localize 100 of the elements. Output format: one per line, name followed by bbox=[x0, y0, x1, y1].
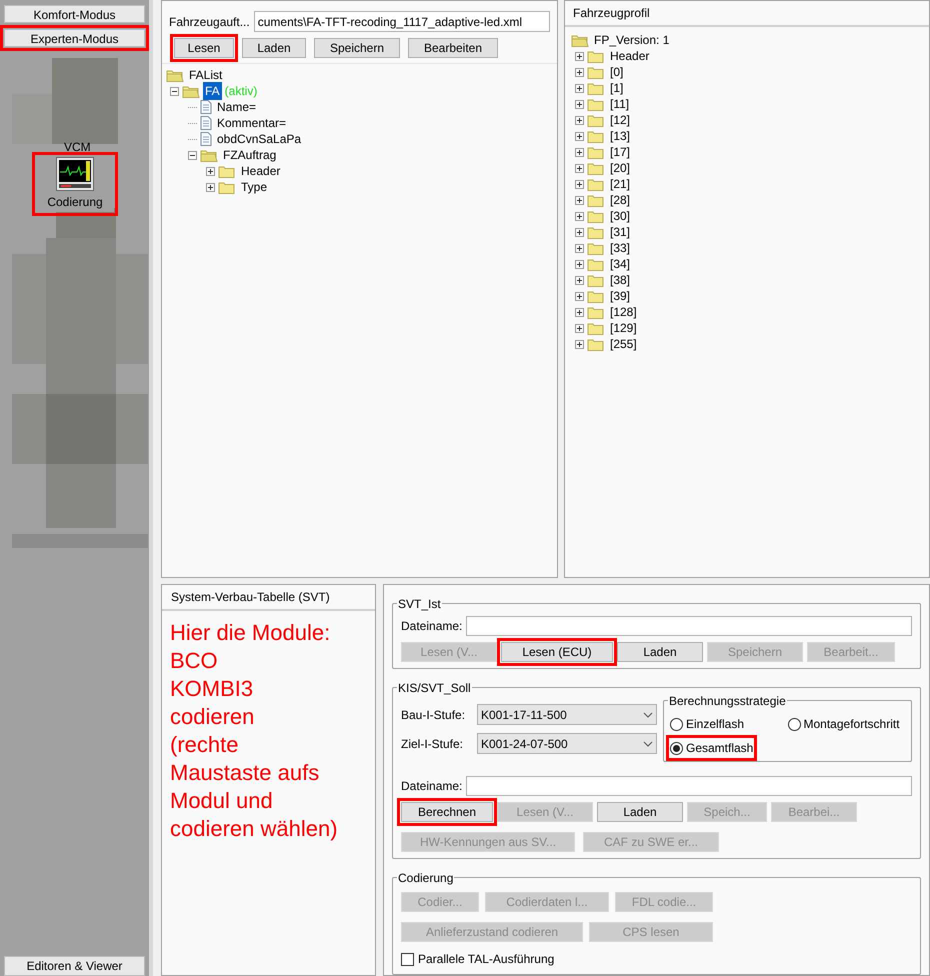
tree-item[interactable]: [0] bbox=[608, 63, 626, 81]
expand-icon[interactable] bbox=[575, 68, 584, 76]
tree-item[interactable]: [34] bbox=[608, 255, 632, 273]
field-label: Bau-I-Stufe: bbox=[401, 706, 466, 724]
button[interactable]: Laden bbox=[242, 38, 306, 58]
folder-icon bbox=[587, 274, 605, 286]
open-folder-icon bbox=[182, 84, 200, 98]
tree-item[interactable]: FAList bbox=[187, 66, 224, 84]
chevron-down-icon bbox=[643, 712, 653, 718]
button[interactable]: Lesen (ECU) bbox=[501, 642, 613, 662]
tree-item[interactable]: Header bbox=[608, 47, 652, 65]
expand-icon[interactable] bbox=[575, 308, 584, 316]
folder-icon bbox=[587, 306, 605, 318]
radio-button[interactable] bbox=[670, 718, 683, 730]
tree-item[interactable]: Name= bbox=[215, 98, 258, 116]
tree-item[interactable]: [1] bbox=[608, 79, 626, 97]
field-label: Fahrzeugauft... bbox=[169, 14, 250, 30]
folder-icon bbox=[587, 242, 605, 254]
tree-item[interactable]: [21] bbox=[608, 175, 632, 193]
document-icon bbox=[200, 132, 212, 146]
tree-item[interactable]: obdCvnSaLaPa bbox=[215, 130, 304, 148]
mode-button[interactable]: Experten-Modus bbox=[4, 29, 145, 47]
section-button[interactable]: Editoren & Viewer bbox=[4, 956, 145, 976]
field-label: Ziel-I-Stufe: bbox=[401, 736, 464, 752]
panel-title: System-Verbau-Tabelle (SVT) bbox=[162, 585, 375, 611]
expand-icon[interactable] bbox=[575, 260, 584, 268]
expand-icon[interactable] bbox=[575, 340, 584, 348]
expand-icon[interactable] bbox=[206, 182, 215, 192]
folder-icon bbox=[218, 164, 236, 178]
button[interactable]: Laden bbox=[617, 642, 703, 662]
expand-icon[interactable] bbox=[575, 276, 584, 284]
checkbox-label[interactable]: Parallele TAL-Ausführung bbox=[418, 950, 554, 968]
field-label: Dateiname: bbox=[401, 778, 462, 795]
radio-option[interactable]: Montagefortschritt bbox=[788, 715, 900, 733]
tree-item[interactable]: [28] bbox=[608, 191, 632, 209]
tree-item[interactable]: FA bbox=[203, 82, 222, 100]
expand-icon[interactable] bbox=[575, 196, 584, 204]
radio-option[interactable]: Gesamtflash bbox=[670, 739, 754, 757]
status-text: (aktiv) bbox=[224, 83, 258, 100]
tree-item[interactable]: [255] bbox=[608, 335, 639, 353]
expand-icon[interactable] bbox=[575, 244, 584, 252]
tree-item[interactable]: [129] bbox=[608, 319, 639, 337]
button[interactable]: Bearbeiten bbox=[408, 38, 498, 58]
filename-field[interactable] bbox=[466, 776, 912, 796]
expand-icon[interactable] bbox=[206, 166, 215, 176]
collapse-icon[interactable] bbox=[170, 86, 179, 96]
chevron-down-icon bbox=[643, 740, 653, 746]
expand-icon[interactable] bbox=[575, 164, 584, 172]
expand-icon[interactable] bbox=[575, 180, 584, 188]
tree-item[interactable]: [128] bbox=[608, 303, 639, 321]
monitor-icon bbox=[56, 157, 94, 191]
expand-icon[interactable] bbox=[575, 324, 584, 332]
button[interactable]: Lesen bbox=[174, 38, 234, 58]
button[interactable]: Speichern bbox=[314, 38, 400, 58]
folder-icon bbox=[587, 50, 605, 62]
tree-item[interactable]: Header bbox=[239, 162, 282, 180]
folder-icon bbox=[587, 338, 605, 350]
expand-icon[interactable] bbox=[575, 116, 584, 124]
expand-icon[interactable] bbox=[575, 132, 584, 140]
radio-option[interactable]: Einzelflash bbox=[670, 715, 744, 733]
radio-button[interactable] bbox=[788, 718, 800, 730]
expand-icon[interactable] bbox=[575, 52, 584, 60]
tree-item[interactable]: [33] bbox=[608, 239, 632, 257]
tree-item[interactable]: [17] bbox=[608, 143, 632, 161]
collapse-icon[interactable] bbox=[188, 150, 197, 160]
expand-icon[interactable] bbox=[575, 84, 584, 92]
checkbox[interactable] bbox=[401, 952, 414, 966]
tree-item[interactable]: [31] bbox=[608, 223, 632, 241]
filename-field[interactable] bbox=[466, 616, 912, 636]
dropdown[interactable]: K001-24-07-500 bbox=[477, 733, 657, 754]
document-icon bbox=[200, 100, 212, 114]
folder-icon bbox=[587, 98, 605, 110]
tree-item[interactable]: [20] bbox=[608, 159, 632, 177]
file-path-field[interactable]: cuments\FA-TFT-recoding_1117_adaptive-led.xml bbox=[254, 11, 550, 32]
module-label: VCM bbox=[64, 139, 91, 156]
expand-icon[interactable] bbox=[575, 212, 584, 220]
tree-item[interactable]: Type bbox=[239, 178, 270, 196]
folder-icon bbox=[587, 178, 605, 190]
tree-item[interactable]: FZAuftrag bbox=[221, 146, 278, 164]
folder-icon bbox=[587, 130, 605, 142]
tree-item[interactable]: [39] bbox=[608, 287, 632, 305]
dropdown[interactable]: K001-17-11-500 bbox=[477, 704, 657, 725]
expand-icon[interactable] bbox=[575, 100, 584, 108]
expand-icon[interactable] bbox=[575, 292, 584, 300]
tree-item[interactable]: [38] bbox=[608, 271, 632, 289]
radio-button[interactable] bbox=[670, 742, 683, 754]
folder-icon bbox=[587, 258, 605, 270]
tree-item[interactable]: Kommentar= bbox=[215, 114, 288, 132]
mode-button[interactable]: Komfort-Modus bbox=[4, 5, 145, 23]
folder-icon bbox=[587, 194, 605, 206]
expand-icon[interactable] bbox=[575, 148, 584, 156]
tree-item[interactable]: [11] bbox=[608, 95, 632, 113]
tree-item[interactable]: [13] bbox=[608, 127, 632, 145]
button[interactable]: Berechnen bbox=[401, 802, 493, 822]
tree-item[interactable]: FP_Version: 1 bbox=[592, 31, 672, 49]
tree-item[interactable]: [30] bbox=[608, 207, 632, 225]
expand-icon[interactable] bbox=[575, 228, 584, 236]
annotation-text: Hier die Module: BCO KOMBI3 codieren (rechte Maustaste aufs Modul und codieren wählen) bbox=[169, 619, 339, 843]
button[interactable]: Laden bbox=[597, 802, 683, 822]
tree-item[interactable]: [12] bbox=[608, 111, 632, 129]
